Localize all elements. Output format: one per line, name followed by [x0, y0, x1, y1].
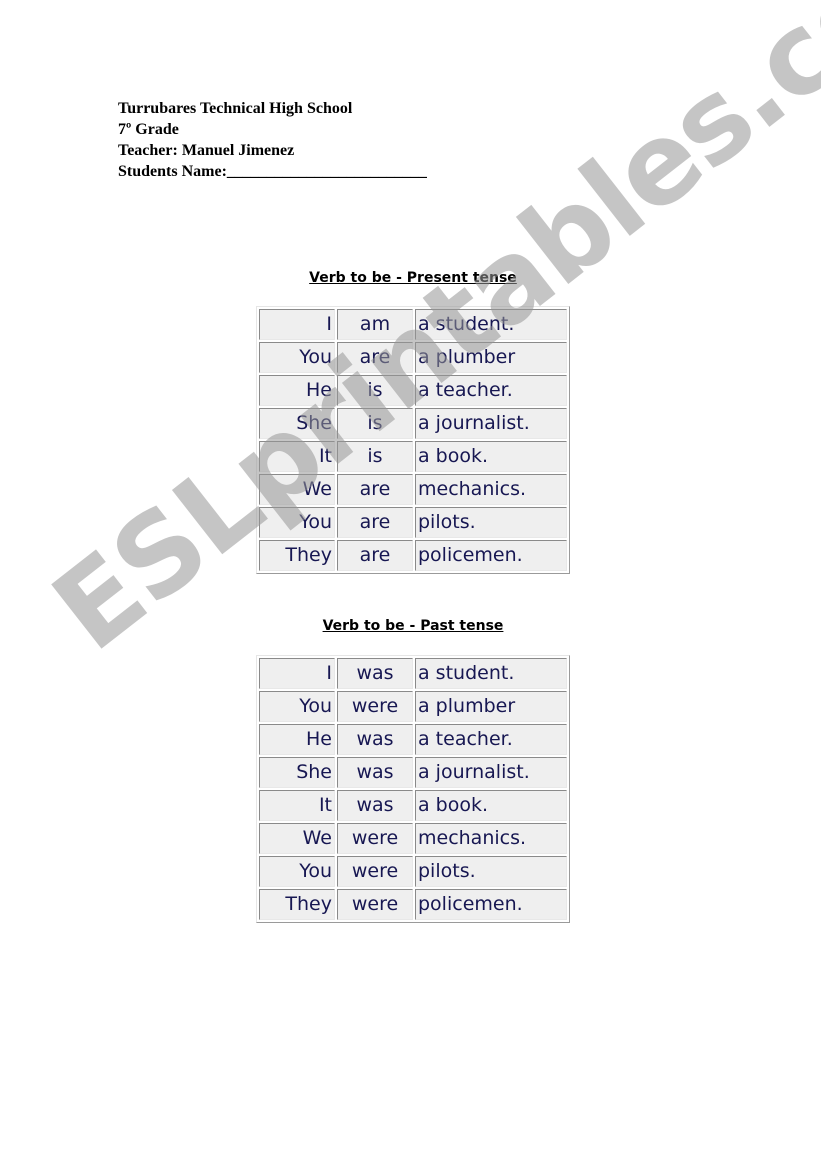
subject-cell: It	[259, 441, 335, 472]
table-row: She was a journalist.	[259, 757, 567, 788]
complement-cell: a book.	[415, 441, 567, 472]
complement-cell: a student.	[415, 658, 567, 689]
present-tense-table: Iam a student. You are a plumber He is a teache…	[256, 306, 570, 574]
complement-cell: pilots.	[415, 507, 567, 538]
subject-cell: They	[259, 540, 335, 571]
student-name-line: Students Name:_________________________	[118, 163, 427, 180]
verb-cell: am	[337, 309, 413, 340]
grade: 7º Grade	[118, 121, 179, 138]
table-row: They were policemen.	[259, 889, 567, 920]
verb-cell: was	[337, 790, 413, 821]
subject-cell: He	[259, 724, 335, 755]
verb-cell: were	[337, 889, 413, 920]
complement-cell: a teacher.	[415, 375, 567, 406]
complement-cell: a journalist.	[415, 757, 567, 788]
complement-cell: policemen.	[415, 889, 567, 920]
subject-cell: She	[259, 408, 335, 439]
verb-cell: is	[337, 375, 413, 406]
verb-cell: were	[337, 691, 413, 722]
subject-cell: You	[259, 507, 335, 538]
subject-cell: They	[259, 889, 335, 920]
subject-cell: He	[259, 375, 335, 406]
verb-cell: was	[337, 724, 413, 755]
table-row: You are a plumber	[259, 342, 567, 373]
table-row: We were mechanics.	[259, 823, 567, 854]
complement-cell: mechanics.	[415, 474, 567, 505]
complement-cell: a plumber	[415, 342, 567, 373]
verb-cell: is	[337, 408, 413, 439]
table-row: You were a plumber	[259, 691, 567, 722]
past-tense-table: Iwas a student. You were a plumber He was a tea…	[256, 655, 570, 923]
complement-cell: a book.	[415, 790, 567, 821]
past-tense-title: Verb to be - Past tense	[322, 618, 504, 634]
verb-cell: are	[337, 342, 413, 373]
table-row: They are policemen.	[259, 540, 567, 571]
table-row: He is a teacher.	[259, 375, 567, 406]
verb-cell: is	[337, 441, 413, 472]
present-tense-title: Verb to be - Present tense	[309, 270, 517, 286]
subject-cell: I	[259, 658, 335, 689]
complement-cell: mechanics.	[415, 823, 567, 854]
subject-cell: It	[259, 790, 335, 821]
verb-cell: are	[337, 474, 413, 505]
subject-cell: We	[259, 823, 335, 854]
verb-cell: were	[337, 856, 413, 887]
verb-cell: are	[337, 540, 413, 571]
subject-cell: You	[259, 342, 335, 373]
subject-cell: I	[259, 309, 335, 340]
table-row: It was a book.	[259, 790, 567, 821]
subject-cell: She	[259, 757, 335, 788]
complement-cell: pilots.	[415, 856, 567, 887]
complement-cell: a journalist.	[415, 408, 567, 439]
verb-cell: was	[337, 757, 413, 788]
table-row: Iam a student.	[259, 309, 567, 340]
complement-cell: a teacher.	[415, 724, 567, 755]
complement-cell: a plumber	[415, 691, 567, 722]
subject-cell: You	[259, 691, 335, 722]
verb-cell: were	[337, 823, 413, 854]
school-name: Turrubares Technical High School	[118, 100, 353, 117]
table-row: Iwas a student.	[259, 658, 567, 689]
table-row: He was a teacher.	[259, 724, 567, 755]
subject-cell: You	[259, 856, 335, 887]
subject-cell: We	[259, 474, 335, 505]
table-row: She is a journalist.	[259, 408, 567, 439]
table-row: It is a book.	[259, 441, 567, 472]
table-row: You were pilots.	[259, 856, 567, 887]
verb-cell: was	[337, 658, 413, 689]
verb-cell: are	[337, 507, 413, 538]
table-row: You are pilots.	[259, 507, 567, 538]
teacher-name: Teacher: Manuel Jimenez	[118, 142, 295, 159]
table-row: We are mechanics.	[259, 474, 567, 505]
complement-cell: a student.	[415, 309, 567, 340]
worksheet-header: Turrubares Technical High School 7º Grad…	[118, 98, 427, 182]
complement-cell: policemen.	[415, 540, 567, 571]
